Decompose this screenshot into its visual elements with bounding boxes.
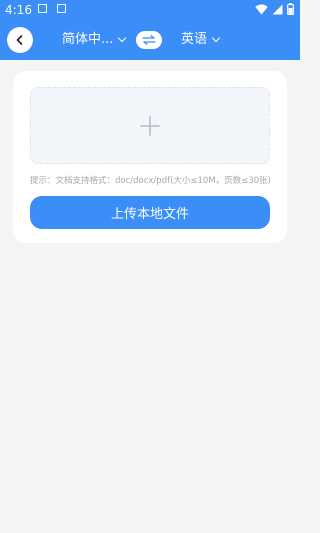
app-notification-icon [57, 4, 66, 13]
wifi-icon [255, 4, 268, 14]
target-language-selector[interactable]: 英语 [181, 31, 221, 49]
top-app-bar: 4:16 简体中... 英语 [0, 0, 300, 60]
status-bar: 4:16 [0, 0, 300, 20]
chevron-down-icon [211, 33, 221, 43]
swap-languages-button[interactable] [136, 31, 162, 49]
chevron-left-icon [16, 35, 23, 45]
swap-arrows-icon [142, 35, 156, 45]
back-button[interactable] [7, 27, 33, 53]
file-drop-zone[interactable] [30, 87, 270, 164]
source-language-selector[interactable]: 简体中... [62, 31, 127, 49]
target-language-label: 英语 [181, 32, 208, 47]
status-time: 4:16 [5, 3, 32, 17]
format-hint: 提示：文档支持格式：doc/docx/pdf(大小≤10M，页数≤30张) [30, 176, 271, 186]
signal-icon [272, 4, 283, 14]
status-indicators [255, 3, 294, 15]
battery-icon [287, 3, 294, 15]
gallery-notification-icon [38, 4, 47, 13]
upload-card: 提示：文档支持格式：doc/docx/pdf(大小≤10M，页数≤30张) 上传… [13, 71, 287, 243]
upload-local-file-button[interactable]: 上传本地文件 [30, 196, 270, 229]
plus-icon [140, 115, 160, 136]
source-language-label: 简体中... [62, 32, 114, 47]
chevron-down-icon [118, 33, 127, 43]
